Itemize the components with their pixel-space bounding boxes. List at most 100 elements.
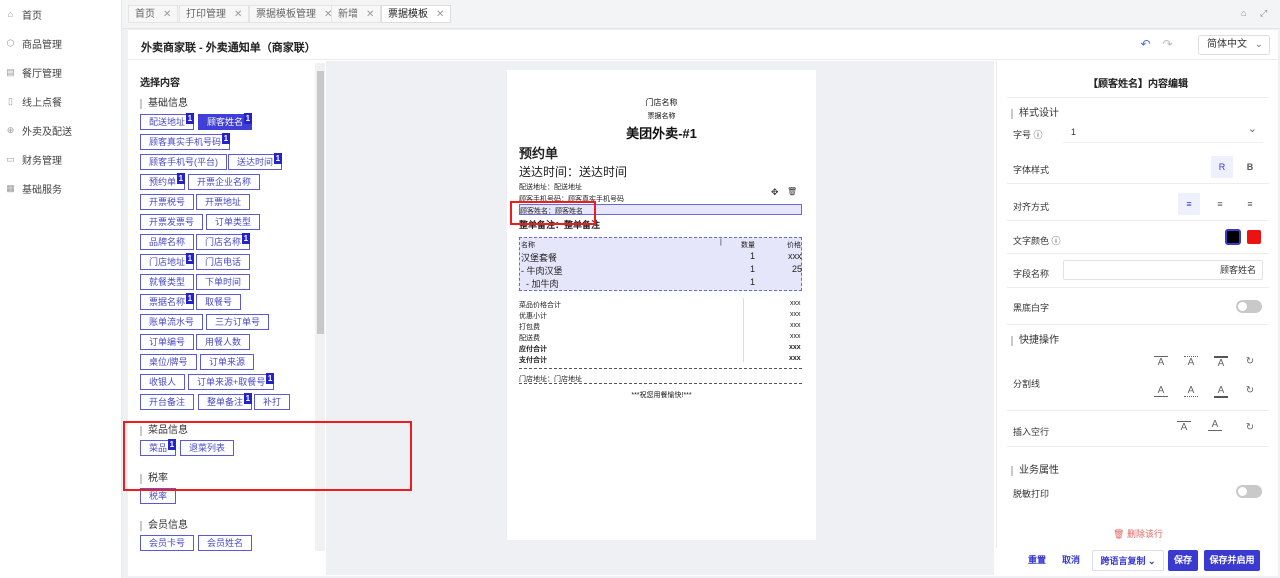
receipt-main-title[interactable]: 美团外卖-#1 <box>507 123 816 142</box>
move-icon[interactable]: ✥ <box>771 187 779 198</box>
language-select[interactable]: 简体中文 ⌄ <box>1198 35 1270 55</box>
field-invoice-company[interactable]: 开票企业名称 <box>188 174 261 190</box>
field-customer-name[interactable]: 顾客姓名 1 <box>198 113 253 130</box>
color-swatch-black[interactable] <box>1225 229 1241 245</box>
receipt-reservation[interactable]: 预约单 <box>519 143 558 162</box>
receipt-delivery-time[interactable]: 送达时间：送达时间 <box>519 163 627 180</box>
sidebar-item-finance[interactable]: ▭ 财务管理 <box>0 145 121 174</box>
reset-icon[interactable]: ↻ <box>1243 385 1257 396</box>
field-customer-real-phone[interactable]: 顾客真实手机号码 1 <box>140 133 231 150</box>
receipt-bill-name[interactable]: 票据名称 <box>507 111 816 121</box>
close-icon[interactable]: ✕ <box>234 9 242 20</box>
undo-icon[interactable]: ↶ <box>1137 36 1154 53</box>
sidebar-item-online-order[interactable]: ▯ 线上点餐 <box>0 87 121 116</box>
regular-style-button[interactable]: R <box>1211 156 1233 178</box>
cancel-button[interactable]: 取消 <box>1056 550 1086 571</box>
field-member-name[interactable]: 会员姓名 <box>198 535 253 551</box>
field-order-type[interactable]: 订单类型 <box>206 214 261 230</box>
black-bg-toggle[interactable] <box>1236 300 1262 313</box>
delete-icon[interactable]: 🗑 <box>787 187 797 196</box>
lock-icon[interactable]: ⌂ <box>1241 8 1246 18</box>
total-label[interactable]: 打包费 <box>519 322 540 332</box>
tab-home[interactable]: 首页 ✕ <box>128 5 179 23</box>
field-source-pickup[interactable]: 订单来源+取餐号 1 <box>188 373 275 390</box>
field-bill-name[interactable]: 票据名称 1 <box>140 293 195 310</box>
sidebar-item-basic-services[interactable]: ▦ 基础服务 <box>0 174 121 203</box>
divider-bottom-thin-button[interactable]: A <box>1154 385 1168 397</box>
align-right-button[interactable]: ≡ <box>1239 193 1261 215</box>
field-opening-note[interactable]: 开台备注 <box>140 394 195 410</box>
reset-icon[interactable]: ↻ <box>1243 356 1257 367</box>
sidebar-item-restaurant[interactable]: ▤ 餐厅管理 <box>0 58 121 87</box>
field-store-address[interactable]: 门店地址 1 <box>140 253 195 270</box>
field-pickup-no[interactable]: 取餐号 <box>196 294 242 310</box>
field-reservation[interactable]: 预约单 1 <box>140 173 186 190</box>
field-invoice-number[interactable]: 开票发票号 <box>140 214 204 230</box>
field-member-card[interactable]: 会员卡号 <box>140 535 195 551</box>
insert-line-above-button[interactable]: A <box>1177 421 1191 433</box>
close-icon[interactable]: ✕ <box>436 9 444 20</box>
field-order-note[interactable]: 整单备注 1 <box>198 393 253 410</box>
close-icon[interactable]: ✕ <box>163 9 171 20</box>
reset-button[interactable]: 重置 <box>1022 550 1052 571</box>
reset-icon[interactable]: ↻ <box>1243 422 1257 433</box>
tab-template-management[interactable]: 票据模板管理 ✕ <box>249 5 340 23</box>
receipt-store-name[interactable]: 门店名称 <box>507 97 816 108</box>
info-icon[interactable]: ⓘ <box>1052 236 1061 246</box>
divider-bottom-thick-button[interactable]: A <box>1214 385 1228 398</box>
save-and-enable-button[interactable]: 保存并启用 <box>1204 550 1260 571</box>
redo-icon[interactable]: ↷ <box>1159 36 1176 53</box>
color-swatch-red[interactable] <box>1247 230 1261 244</box>
tab-bill-template[interactable]: 票据模板 ✕ <box>381 5 452 23</box>
receipt-dish-table[interactable]: 名称 | 数量 价格 汉堡套餐 1 xxx - 牛肉汉堡 1 25 - 加牛肉 … <box>519 237 802 291</box>
divider-top-dotted-button[interactable]: A <box>1184 356 1198 368</box>
total-label[interactable]: 配送费 <box>519 333 540 343</box>
total-label[interactable]: 应付合计 <box>519 344 547 354</box>
receipt-footer-text[interactable]: ***祝您用餐愉快!*** <box>507 390 816 400</box>
total-label[interactable]: 优惠小计 <box>519 311 547 321</box>
field-order-source[interactable]: 订单来源 <box>200 354 255 370</box>
field-dining-type[interactable]: 就餐类型 <box>140 274 195 290</box>
field-cashier[interactable]: 收银人 <box>140 374 186 390</box>
bold-style-button[interactable]: B <box>1239 156 1261 178</box>
align-center-button[interactable]: ≡ <box>1209 193 1231 215</box>
fullscreen-icon[interactable]: ⤢ <box>1260 8 1267 19</box>
field-guest-count[interactable]: 用餐人数 <box>196 334 251 350</box>
field-bill-serial[interactable]: 账单流水号 <box>140 314 204 330</box>
field-order-number[interactable]: 订单编号 <box>140 334 195 350</box>
insert-line-below-button[interactable]: A <box>1208 419 1222 431</box>
total-label[interactable]: 菜品价格合计 <box>519 300 561 310</box>
sidebar-item-delivery[interactable]: ⊕ 外卖及配送 <box>0 116 121 145</box>
field-order-time[interactable]: 下单时间 <box>196 274 251 290</box>
align-left-button[interactable]: ≡ <box>1178 193 1200 215</box>
field-reprint[interactable]: 补打 <box>254 394 291 410</box>
field-brand-name[interactable]: 品牌名称 <box>140 234 195 250</box>
tab-print-management[interactable]: 打印管理 ✕ <box>179 5 250 23</box>
field-customer-platform-phone[interactable]: 顾客手机号(平台) <box>140 154 227 170</box>
receipt-address[interactable]: 配送地址：配送地址 <box>519 182 582 192</box>
field-third-party-order[interactable]: 三方订单号 <box>206 314 270 330</box>
field-delivery-time[interactable]: 送达时间 1 <box>228 153 283 170</box>
mask-print-toggle[interactable] <box>1236 485 1262 498</box>
divider-top-thin-button[interactable]: A <box>1154 356 1168 368</box>
font-size-select[interactable]: 1 ⌄ <box>1063 122 1263 143</box>
field-delivery-address[interactable]: 配送地址 1 <box>140 113 195 130</box>
field-store-phone[interactable]: 门店电话 <box>196 254 251 270</box>
sidebar-item-home[interactable]: ⌂ 首页 <box>0 0 121 29</box>
field-invoice-tax-no[interactable]: 开票税号 <box>140 194 195 210</box>
save-button[interactable]: 保存 <box>1168 550 1198 571</box>
divider-bottom-dotted-button[interactable]: A <box>1184 385 1198 397</box>
delete-row-button[interactable]: 🗑 删除该行 <box>997 527 1279 540</box>
info-icon[interactable]: ⓘ <box>1034 130 1043 140</box>
sidebar-item-products[interactable]: ⬡ 商品管理 <box>0 29 121 58</box>
tab-new[interactable]: 新增 ✕ <box>331 5 382 23</box>
divider-top-thick-button[interactable]: A <box>1214 356 1228 369</box>
close-icon[interactable]: ✕ <box>366 9 374 20</box>
field-store-name[interactable]: 门店名称 1 <box>196 233 251 250</box>
cross-language-copy-button[interactable]: 跨语言复制 ⌄ <box>1092 550 1164 571</box>
field-invoice-address[interactable]: 开票地址 <box>196 194 251 210</box>
total-label[interactable]: 支付合计 <box>519 355 547 365</box>
field-table-number[interactable]: 桌位/牌号 <box>140 354 197 370</box>
scrollbar-thumb[interactable] <box>317 71 324 334</box>
field-name-input[interactable]: 顾客姓名 <box>1063 260 1263 280</box>
